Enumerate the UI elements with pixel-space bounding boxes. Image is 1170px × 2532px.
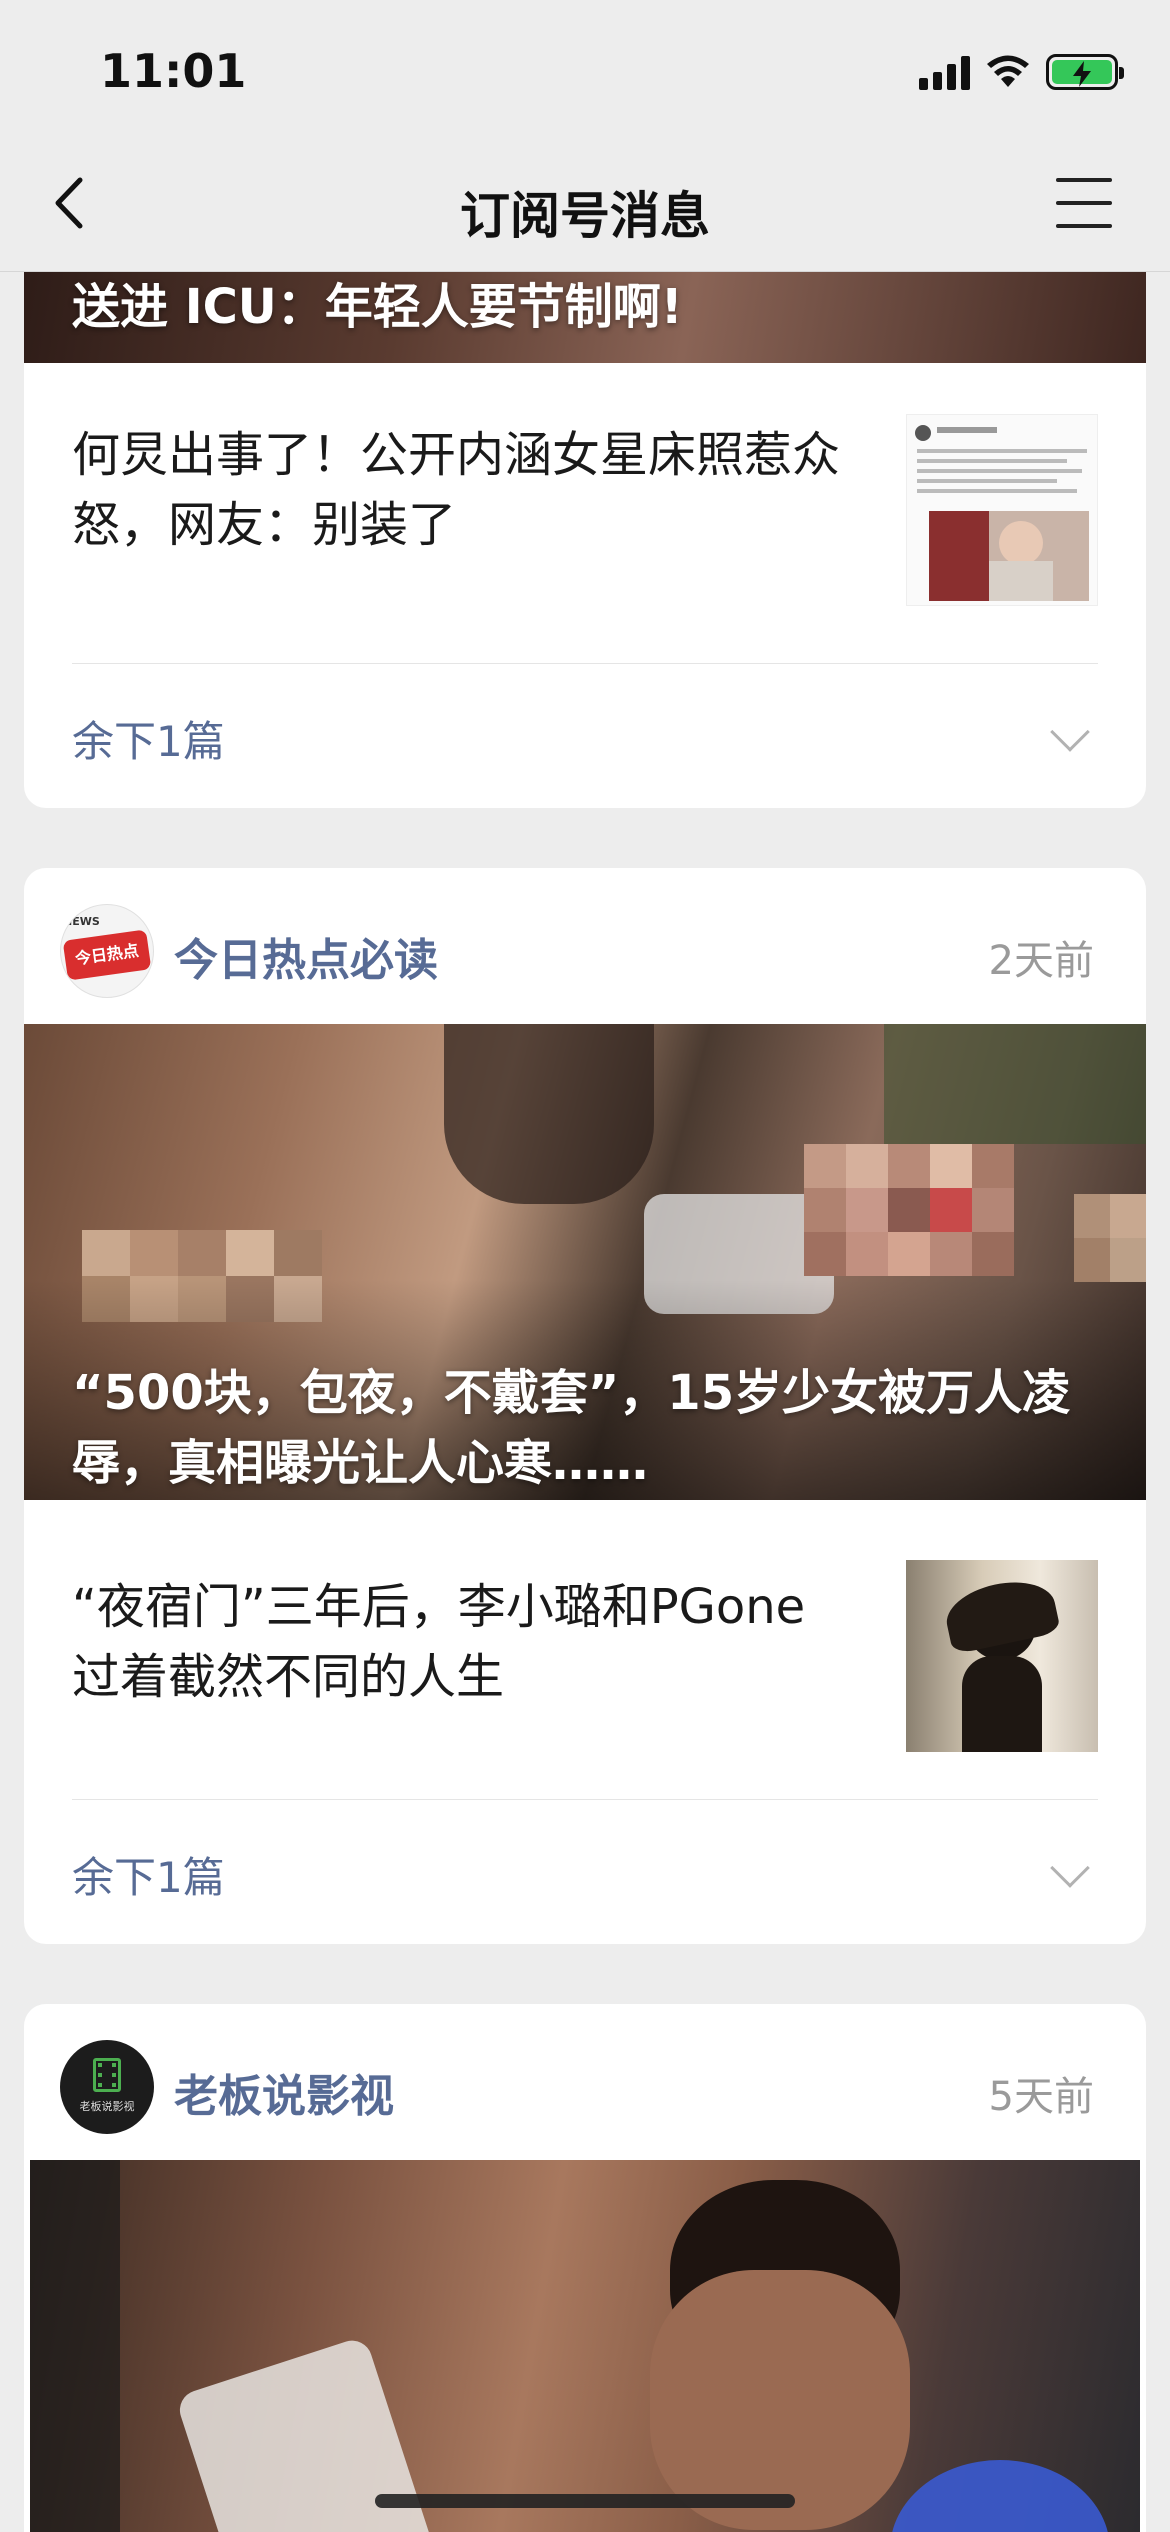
sub-article-thumbnail <box>906 1560 1098 1752</box>
sub-article-row[interactable]: 何炅出事了！公开内涵女星床照惹众怒，网友：别装了 <box>72 414 1098 620</box>
chevron-down-icon[interactable] <box>1050 712 1090 752</box>
status-time: 11:01 <box>100 44 247 98</box>
divider <box>72 663 1098 664</box>
cover-image[interactable]: “500块，包夜，不戴套”，15岁少女被万人凌辱，真相曝光让人心寒…… <box>24 1024 1146 1500</box>
page-title: 订阅号消息 <box>460 187 710 245</box>
account-name[interactable]: 老板说影视 <box>174 2060 394 2124</box>
avatar-text: 老板说影视 <box>79 2100 135 2113</box>
account-avatar[interactable]: 老板说影视 <box>60 2040 154 2134</box>
film-icon <box>93 2058 121 2092</box>
pixelated-face <box>1074 1194 1146 1282</box>
status-icons <box>919 50 1124 94</box>
sub-article-title: 何炅出事了！公开内涵女星床照惹众怒，网友：别装了 <box>72 427 841 553</box>
article-card-3[interactable]: 老板说影视 老板说影视 5天前 <box>24 2004 1146 2532</box>
article-card-2[interactable]: NEWS 今日热点 今日热点必读 2天前 “500块，包夜，不戴套”，15岁少女… <box>24 868 1146 1944</box>
more-articles-link[interactable]: 余下1篇 <box>72 708 225 769</box>
sub-article-thumbnail <box>906 414 1098 606</box>
account-name[interactable]: 今日热点必读 <box>174 924 438 988</box>
home-indicator <box>375 2494 795 2508</box>
divider <box>72 1799 1098 1800</box>
top-bar: 11:01 订阅号消息 <box>0 0 1170 272</box>
pixelated-face <box>804 1144 1014 1276</box>
cellular-signal-icon <box>919 54 970 90</box>
wifi-icon <box>987 55 1029 87</box>
chevron-down-icon[interactable] <box>1050 1848 1090 1888</box>
cover-title: “500块，包夜，不戴套”，15岁少女被万人凌辱，真相曝光让人心寒…… <box>72 1365 1071 1491</box>
battery-icon <box>1046 54 1124 90</box>
card-header[interactable]: NEWS 今日热点 今日热点必读 2天前 <box>24 868 1146 1024</box>
sub-article-title: “夜宿门”三年后，李小璐和PGone过着截然不同的人生 <box>72 1579 806 1705</box>
menu-button[interactable] <box>1056 176 1116 230</box>
card-header[interactable]: 老板说影视 老板说影视 5天前 <box>24 2004 1146 2160</box>
post-time: 2天前 <box>988 938 1094 984</box>
cover-image[interactable] <box>30 2160 1140 2532</box>
cover-title: 送进 ICU：年轻人要节制啊! <box>72 279 683 335</box>
more-articles-link[interactable]: 余下1篇 <box>72 1844 225 1905</box>
avatar-badge: NEWS <box>63 915 100 928</box>
avatar-text: 今日热点 <box>62 929 152 981</box>
account-avatar[interactable]: NEWS 今日热点 <box>60 904 154 998</box>
post-time: 5天前 <box>988 2074 1094 2120</box>
sub-article-row[interactable]: “夜宿门”三年后，李小璐和PGone过着截然不同的人生 <box>72 1560 1098 1772</box>
